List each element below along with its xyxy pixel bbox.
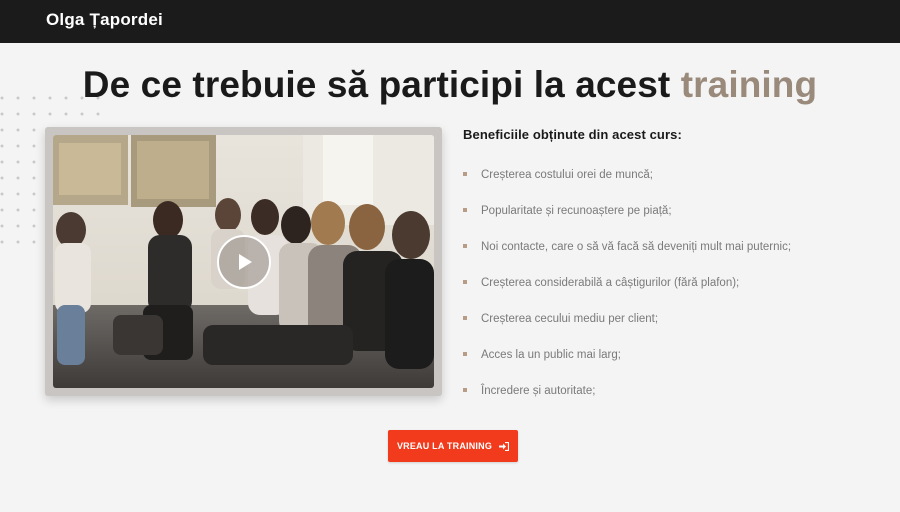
bullet-icon xyxy=(463,172,467,176)
bullet-icon xyxy=(463,316,467,320)
benefit-item: Creșterea costului orei de muncă; xyxy=(463,168,883,204)
top-navbar: Olga Țapordei xyxy=(0,0,900,43)
video-play-button[interactable] xyxy=(217,235,271,289)
benefit-item: Acces la un public mai larg; xyxy=(463,348,883,384)
bullet-icon xyxy=(463,244,467,248)
video-frame xyxy=(45,127,442,396)
benefit-text: Creșterea considerabilă a câștigurilor (… xyxy=(481,277,740,289)
benefit-text: Acces la un public mai larg; xyxy=(481,349,621,361)
cta-label: VREAU LA TRAINING xyxy=(396,441,493,451)
page-title-main: De ce trebuie să participi la acest xyxy=(82,64,671,105)
bullet-icon xyxy=(463,280,467,284)
benefit-text: Încredere și autoritate; xyxy=(481,385,596,397)
cta-button[interactable]: VREAU LA TRAINING xyxy=(388,430,518,462)
bullet-icon xyxy=(463,208,467,212)
benefit-text: Popularitate și recunoaștere pe piață; xyxy=(481,205,672,217)
benefit-item: Încredere și autoritate; xyxy=(463,384,883,420)
page-title-accent: training xyxy=(680,64,818,105)
benefit-item: Noi contacte, care o să vă facă să deven… xyxy=(463,240,883,276)
benefits-list: Creșterea costului orei de muncă; Popula… xyxy=(463,168,883,420)
benefit-item: Popularitate și recunoaștere pe piață; xyxy=(463,204,883,240)
sign-in-icon xyxy=(499,441,510,451)
play-icon xyxy=(239,254,252,270)
benefit-text: Creșterea cecului mediu per client; xyxy=(481,313,659,325)
benefits-section: Beneficiile obținute din acest curs: Cre… xyxy=(463,127,883,420)
benefit-item: Creșterea cecului mediu per client; xyxy=(463,312,883,348)
brand-name[interactable]: Olga Țapordei xyxy=(46,10,163,30)
benefits-title: Beneficiile obținute din acest curs: xyxy=(463,127,682,142)
benefit-text: Noi contacte, care o să vă facă să deven… xyxy=(481,241,792,253)
bullet-icon xyxy=(463,388,467,392)
video-player[interactable] xyxy=(53,135,434,388)
bullet-icon xyxy=(463,352,467,356)
benefit-text: Creșterea costului orei de muncă; xyxy=(481,169,653,181)
benefit-item: Creșterea considerabilă a câștigurilor (… xyxy=(463,276,883,312)
page-title: De ce trebuie să participi la acest trai… xyxy=(0,64,900,106)
